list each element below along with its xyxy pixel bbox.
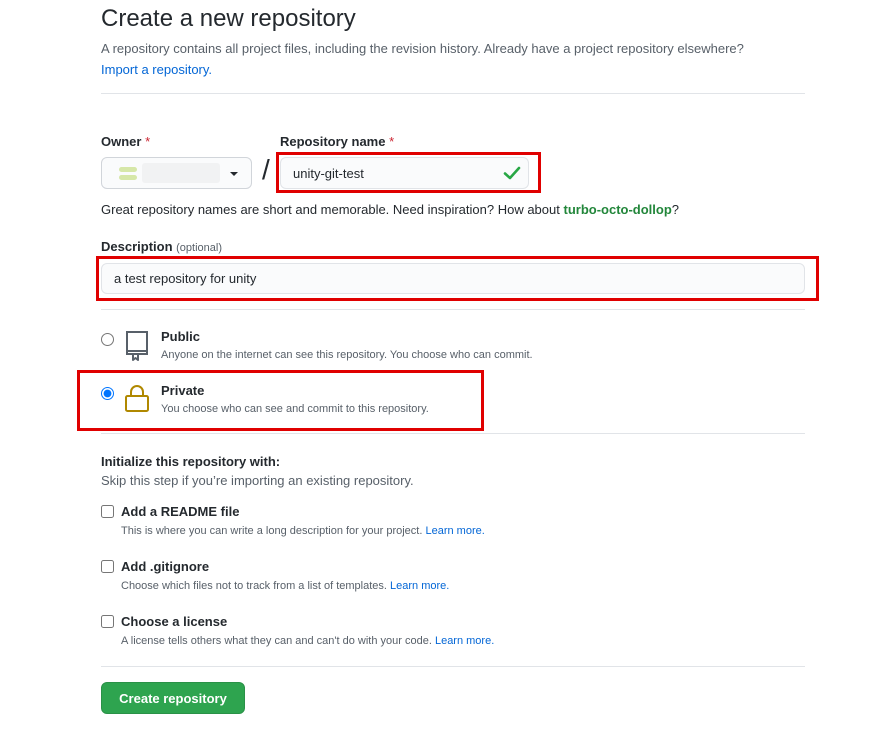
page-title: Create a new repository <box>101 5 356 32</box>
public-desc: Anyone on the internet can see this repo… <box>161 349 533 361</box>
readme-learn-more-link[interactable]: Learn more. <box>425 525 484 537</box>
license-desc: A license tells others what they can and… <box>121 635 494 647</box>
owner-required-mark: * <box>145 134 151 149</box>
gitignore-title: Add .gitignore <box>121 559 210 574</box>
readme-desc: This is where you can write a long descr… <box>121 525 485 537</box>
gitignore-desc: Choose which files not to track from a l… <box>121 580 449 592</box>
license-learn-more-link[interactable]: Learn more. <box>435 635 494 647</box>
repo-name-label-text: Repository name <box>280 134 386 149</box>
chevron-down-icon <box>230 172 238 176</box>
page-subtitle-text: A repository contains all project files,… <box>101 41 744 56</box>
repo-name-suggestion[interactable]: turbo-octo-dollop <box>563 202 671 217</box>
license-desc-text: A license tells others what they can and… <box>121 635 432 647</box>
divider <box>101 433 805 434</box>
public-radio[interactable] <box>101 333 114 346</box>
gitignore-learn-more-link[interactable]: Learn more. <box>390 580 449 592</box>
init-title: Initialize this repository with: <box>101 454 281 469</box>
description-input[interactable] <box>101 263 805 294</box>
readme-checkbox[interactable] <box>101 505 114 518</box>
create-repository-button[interactable]: Create repository <box>101 682 245 714</box>
repo-name-required-mark: * <box>389 134 395 149</box>
public-title: Public <box>161 329 201 344</box>
divider <box>101 666 805 667</box>
repo-name-hint-text: Great repository names are short and mem… <box>101 202 560 217</box>
repo-name-hint-suffix: ? <box>671 202 680 217</box>
private-radio[interactable] <box>101 387 114 400</box>
description-label: Description (optional) <box>101 239 222 254</box>
private-desc: You choose who can see and commit to thi… <box>161 403 429 415</box>
owner-select[interactable] <box>101 157 252 189</box>
owner-label-text: Owner <box>101 134 142 149</box>
divider <box>101 309 805 310</box>
divider <box>101 93 805 94</box>
check-icon <box>503 166 521 180</box>
owner-avatar-icon <box>119 167 137 180</box>
private-title: Private <box>161 383 205 398</box>
repo-name-label: Repository name * <box>280 134 394 149</box>
owner-repo-separator: / <box>262 154 270 185</box>
page-subtitle: A repository contains all project files,… <box>101 38 821 80</box>
repo-name-hint: Great repository names are short and mem… <box>101 202 679 217</box>
readme-desc-text: This is where you can write a long descr… <box>121 525 423 537</box>
description-optional: (optional) <box>176 242 222 254</box>
lock-icon <box>125 385 149 412</box>
owner-name-redacted <box>142 163 220 183</box>
owner-label: Owner * <box>101 134 150 149</box>
readme-title: Add a README file <box>121 504 240 519</box>
license-checkbox[interactable] <box>101 615 114 628</box>
repo-book-icon <box>126 331 148 361</box>
gitignore-desc-text: Choose which files not to track from a l… <box>121 580 387 592</box>
description-label-text: Description <box>101 239 173 254</box>
license-title: Choose a license <box>121 614 228 629</box>
init-subtitle: Skip this step if you’re importing an ex… <box>101 473 414 488</box>
gitignore-checkbox[interactable] <box>101 560 114 573</box>
repo-name-input[interactable] <box>280 157 529 189</box>
import-repository-link[interactable]: Import a repository. <box>101 62 212 77</box>
